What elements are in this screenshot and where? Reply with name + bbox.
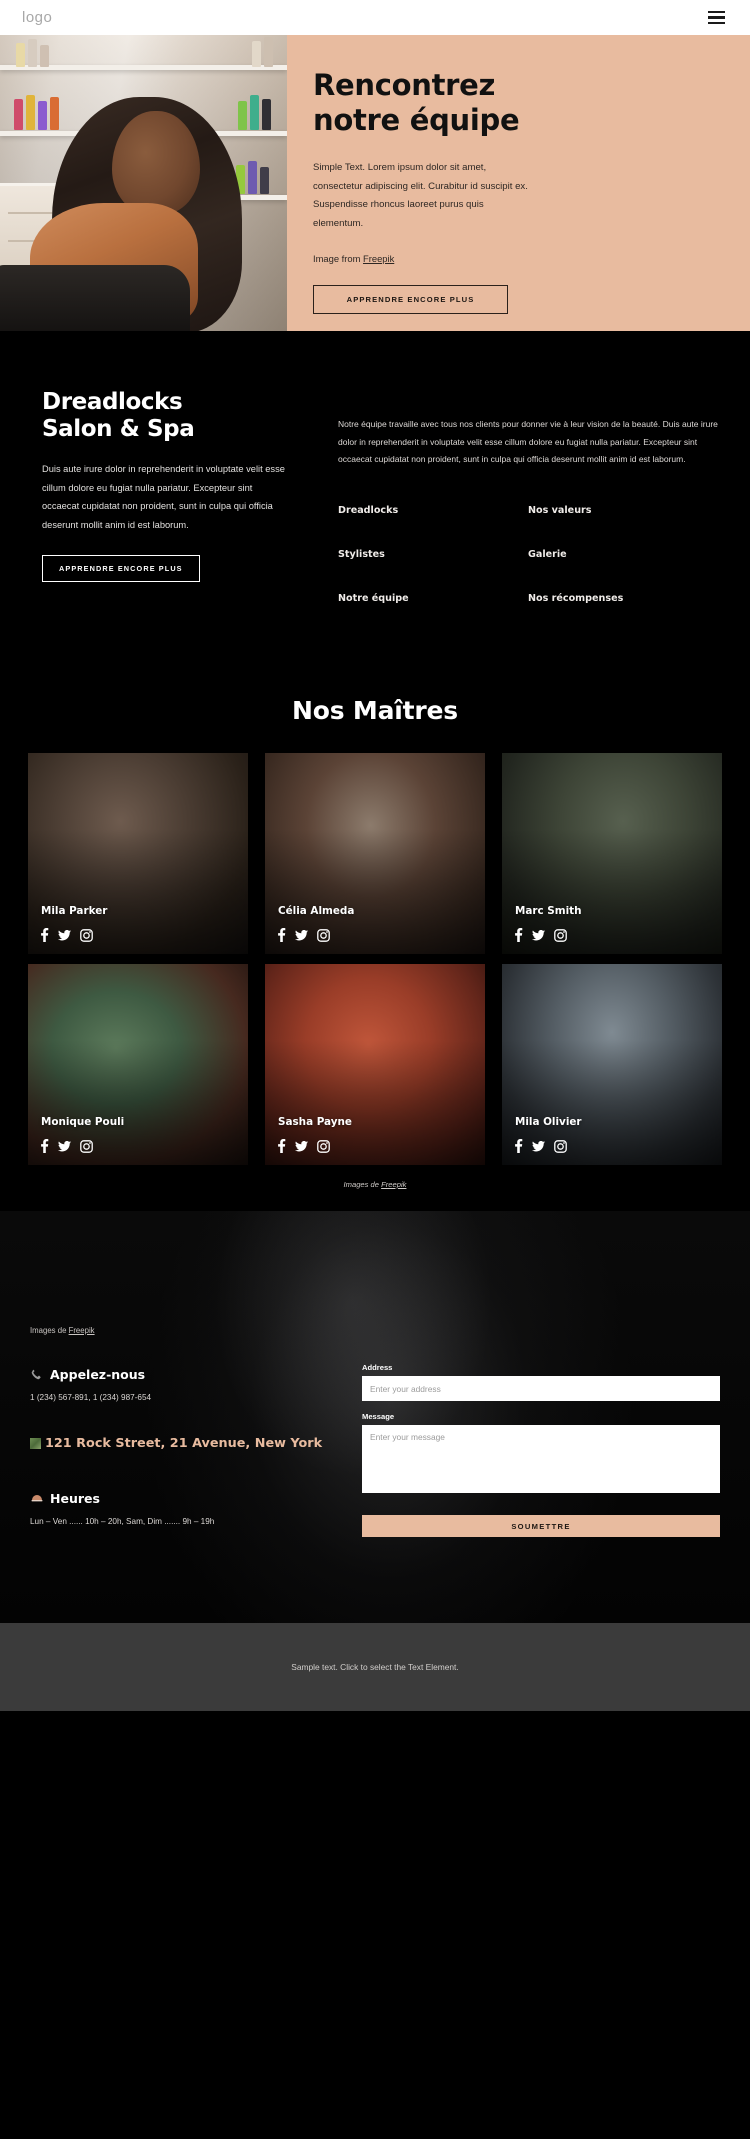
hero-image xyxy=(0,35,287,331)
instagram-icon[interactable] xyxy=(80,1139,93,1153)
contact-section: Images de Freepik Appelez-nous 1 (234) 5… xyxy=(0,1211,750,1624)
instagram-icon[interactable] xyxy=(80,928,93,942)
team-social-links xyxy=(514,1139,567,1154)
site-footer: Sample text. Click to select the Text El… xyxy=(0,1623,750,1712)
hero-credit-link[interactable]: Freepik xyxy=(363,253,394,264)
contact-info-column: Images de Freepik Appelez-nous 1 (234) 5… xyxy=(30,1326,340,1537)
contact-images-credit: Images de Freepik xyxy=(30,1326,340,1335)
site-header: logo xyxy=(0,0,750,35)
team-member-name: Monique Pouli xyxy=(41,1116,125,1129)
site-logo[interactable]: logo xyxy=(22,9,52,26)
team-social-links xyxy=(277,1139,330,1154)
about-link-nos-recompenses[interactable]: Nos récompenses xyxy=(528,593,718,604)
twitter-icon[interactable] xyxy=(532,1140,545,1152)
team-social-links xyxy=(40,1139,93,1154)
twitter-icon[interactable] xyxy=(295,929,308,941)
call-us-title: Appelez-nous xyxy=(50,1367,146,1383)
about-right-column: Notre équipe travaille avec tous nos cli… xyxy=(338,389,718,604)
team-member-name: Mila Parker xyxy=(41,905,108,918)
contact-form: Address Message SOUMETTRE xyxy=(362,1326,720,1538)
facebook-icon[interactable] xyxy=(514,1139,523,1154)
map-pin-icon xyxy=(30,1438,41,1450)
team-social-links xyxy=(514,928,567,943)
message-textarea[interactable] xyxy=(362,1425,720,1494)
about-title: Dreadlocks Salon & Spa xyxy=(42,389,292,443)
facebook-icon[interactable] xyxy=(277,928,286,943)
address-input[interactable] xyxy=(362,1376,720,1402)
hero-section: Rencontrez notre équipe Simple Text. Lor… xyxy=(0,35,750,331)
contact-credit-link[interactable]: Freepik xyxy=(69,1326,95,1335)
message-field-label: Message xyxy=(362,1412,395,1422)
facebook-icon[interactable] xyxy=(40,928,49,943)
team-images-credit: Images de Freepik xyxy=(0,1165,750,1211)
about-paragraph: Notre équipe travaille avec tous nos cli… xyxy=(338,419,718,465)
about-link-galerie[interactable]: Galerie xyxy=(528,549,718,560)
team-social-links xyxy=(277,928,330,943)
facebook-icon[interactable] xyxy=(514,928,523,943)
twitter-icon[interactable] xyxy=(58,1140,71,1152)
team-card-mila-parker[interactable]: Mila Parker xyxy=(28,753,248,955)
team-credit-prefix: Images de xyxy=(343,1180,382,1190)
clock-icon xyxy=(30,1492,43,1505)
address-text: 121 Rock Street, 21 Avenue, New York xyxy=(45,1436,323,1452)
about-text: Duis aute irure dolor in reprehenderit i… xyxy=(42,463,285,531)
phone-icon xyxy=(30,1368,43,1381)
call-us-heading: Appelez-nous xyxy=(30,1367,340,1382)
team-card-sasha-payne[interactable]: Sasha Payne xyxy=(265,964,485,1166)
team-credit-link[interactable]: Freepik xyxy=(381,1180,406,1189)
hero-credit-prefix: Image from xyxy=(313,252,364,264)
team-member-name: Marc Smith xyxy=(515,905,582,918)
facebook-icon[interactable] xyxy=(40,1139,49,1154)
hero-title-line1: Rencontrez xyxy=(313,68,496,102)
address-row: 121 Rock Street, 21 Avenue, New York xyxy=(30,1436,340,1451)
team-title: Nos Maîtres xyxy=(292,696,458,726)
contact-credit-prefix: Images de xyxy=(30,1326,69,1336)
team-grid: Mila Parker Célia Almeda Marc Smith Moni… xyxy=(0,753,750,1166)
address-field-label: Address xyxy=(362,1363,393,1373)
hours-text: Lun – Ven ...... 10h – 20h, Sam, Dim ...… xyxy=(30,1517,215,1527)
twitter-icon[interactable] xyxy=(532,929,545,941)
team-card-celia-almeda[interactable]: Célia Almeda xyxy=(265,753,485,955)
hero-title-line2: notre équipe xyxy=(313,102,520,137)
about-learn-more-button[interactable]: APPRENDRE ENCORE PLUS xyxy=(42,554,200,582)
team-section: Nos Maîtres Mila Parker Célia Almeda Mar… xyxy=(0,666,750,1212)
twitter-icon[interactable] xyxy=(58,929,71,941)
page-root: logo Rencontrez notre équipe Simple Text… xyxy=(0,0,750,1712)
hero-content: Rencontrez notre équipe Simple Text. Lor… xyxy=(287,35,750,331)
hero-learn-more-button[interactable]: APPRENDRE ENCORE PLUS xyxy=(313,284,508,314)
team-member-name: Mila Olivier xyxy=(515,1116,582,1129)
submit-button[interactable]: SOUMETTRE xyxy=(362,1515,720,1538)
team-member-name: Célia Almeda xyxy=(278,905,355,918)
hero-image-credit: Image from Freepik xyxy=(313,253,718,264)
twitter-icon[interactable] xyxy=(295,1140,308,1152)
instagram-icon[interactable] xyxy=(554,1139,567,1153)
instagram-icon[interactable] xyxy=(317,1139,330,1153)
team-member-name: Sasha Payne xyxy=(278,1116,352,1129)
hero-description: Simple Text. Lorem ipsum dolor sit amet,… xyxy=(313,162,528,230)
about-left-column: Dreadlocks Salon & Spa Duis aute irure d… xyxy=(42,389,292,604)
hero-title: Rencontrez notre équipe xyxy=(313,68,718,137)
team-card-monique-pouli[interactable]: Monique Pouli xyxy=(28,964,248,1166)
hamburger-menu-icon[interactable] xyxy=(705,8,728,27)
phone-numbers: 1 (234) 567-891, 1 (234) 987-654 xyxy=(30,1393,152,1403)
instagram-icon[interactable] xyxy=(317,928,330,942)
hours-heading: Heures xyxy=(30,1491,340,1506)
about-link-dreadlocks[interactable]: Dreadlocks xyxy=(338,505,528,516)
hours-title: Heures xyxy=(50,1491,100,1507)
about-title-line1: Dreadlocks xyxy=(42,389,183,415)
about-link-notre-equipe[interactable]: Notre équipe xyxy=(338,593,528,604)
facebook-icon[interactable] xyxy=(277,1139,286,1154)
about-link-stylistes[interactable]: Stylistes xyxy=(338,549,528,560)
instagram-icon[interactable] xyxy=(554,928,567,942)
about-link-grid: Dreadlocks Nos valeurs Stylistes Galerie… xyxy=(338,505,718,604)
team-card-marc-smith[interactable]: Marc Smith xyxy=(502,753,722,955)
about-section: Dreadlocks Salon & Spa Duis aute irure d… xyxy=(0,331,750,667)
about-title-line2: Salon & Spa xyxy=(42,415,195,442)
team-social-links xyxy=(40,928,93,943)
about-link-nos-valeurs[interactable]: Nos valeurs xyxy=(528,505,718,516)
footer-text[interactable]: Sample text. Click to select the Text El… xyxy=(291,1662,458,1672)
team-card-mila-olivier[interactable]: Mila Olivier xyxy=(502,964,722,1166)
